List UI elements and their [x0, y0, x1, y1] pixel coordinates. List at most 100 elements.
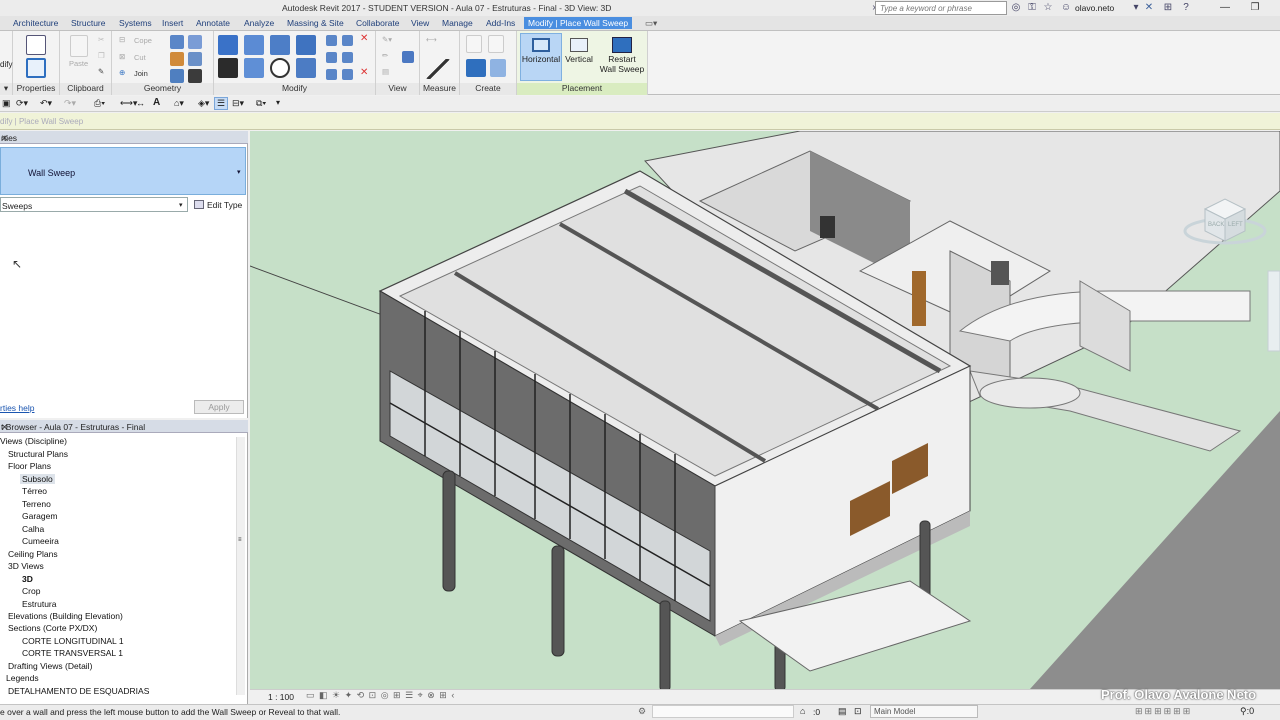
key-icon[interactable]: ⚿ [1026, 2, 1038, 14]
aligned-dimension-icon[interactable] [426, 59, 450, 79]
trim-icon[interactable] [296, 58, 316, 78]
tab-insert[interactable]: Insert [162, 18, 183, 28]
redo-icon[interactable]: ↷▾ [64, 98, 76, 109]
array-icon[interactable] [326, 52, 337, 63]
dimension-icon[interactable]: ↔ [136, 98, 145, 108]
exchange-icon[interactable]: ✕ [1143, 2, 1155, 14]
minimize-button[interactable]: — [1210, 0, 1240, 16]
tree-item[interactable]: CORTE TRANSVERSAL 1 [22, 648, 123, 658]
close-icon[interactable]: ✕ [1, 133, 244, 144]
split-gap-icon[interactable] [342, 35, 353, 46]
selection-filters-icons[interactable]: ⊞⊞⊞⊞⊞⊞ [1135, 706, 1192, 717]
scale-icon[interactable] [342, 52, 353, 63]
measure-icon[interactable]: ⟷▾ [120, 98, 137, 109]
tab-analyze[interactable]: Analyze [244, 18, 274, 28]
user-icon[interactable]: ☺ [1060, 2, 1072, 14]
tree-item[interactable]: DETALHAMENTO DE ESQUADRIAS [8, 686, 149, 696]
mirror-axis-icon[interactable] [270, 35, 290, 55]
modify-partial-label[interactable]: dify [0, 60, 12, 69]
user-name[interactable]: olavo.neto [1075, 3, 1114, 13]
scroll-thumb-icon[interactable]: ≡ [238, 537, 244, 543]
align-icon[interactable] [218, 35, 238, 55]
instance-filter-select[interactable]: Sweeps ▾ [0, 197, 188, 212]
apply-button[interactable]: Apply [194, 400, 244, 414]
tree-item[interactable]: Estrutura [22, 599, 57, 609]
pin-icon[interactable] [326, 69, 337, 80]
split-icon[interactable] [326, 35, 337, 46]
tree-item[interactable]: Legends [6, 673, 39, 683]
tree-item[interactable]: 3D Views [8, 561, 44, 571]
properties-icon[interactable] [26, 58, 46, 78]
vertical-button[interactable]: Vertical [564, 33, 594, 81]
design-options-icon[interactable]: ▤ [838, 706, 847, 717]
filter-icon[interactable]: ⌂ [800, 706, 805, 716]
tree-item[interactable]: Garagem [22, 511, 57, 521]
view-scale[interactable]: 1 : 100 [268, 692, 294, 702]
wall-join-icon[interactable] [170, 35, 184, 49]
main-model-select[interactable]: Main Model [870, 705, 978, 718]
3d-viewport[interactable]: BACK LEFT [250, 131, 1280, 689]
filter-funnel-icon[interactable]: ⚲:0 [1240, 706, 1254, 717]
tree-item[interactable]: Calha [22, 524, 44, 534]
type-properties-icon[interactable] [26, 35, 46, 55]
viewcube-back-face[interactable]: BACK [1208, 222, 1224, 228]
cart-icon[interactable]: ⊞ [1162, 2, 1174, 14]
save-icon[interactable]: ▣ [2, 98, 11, 109]
join-icon[interactable]: ⊕ [119, 68, 125, 77]
thin-lines-toggle-icon[interactable]: ☰ [214, 97, 229, 110]
create-similar-icon[interactable] [490, 59, 506, 77]
workset-select[interactable] [652, 705, 794, 718]
tab-annotate[interactable]: Annotate [196, 18, 230, 28]
dropdown-icon[interactable]: ▾ [1130, 2, 1142, 14]
search-input[interactable]: Type a keyword or phrase [875, 1, 1007, 15]
3d-view-icon[interactable]: ⌂▾ [174, 98, 184, 109]
tree-item[interactable]: Elevations (Building Elevation) [8, 611, 123, 621]
tree-item[interactable]: Ceiling Plans [8, 549, 58, 559]
tab-modify-place-wall-sweep[interactable]: Modify | Place Wall Sweep [524, 17, 633, 29]
browser-scrollbar[interactable]: ≡ [236, 437, 245, 695]
text-icon[interactable]: A [153, 97, 160, 108]
join-label[interactable]: Join [134, 69, 148, 78]
star-icon[interactable]: ☆ [1042, 2, 1054, 14]
offset-icon[interactable] [244, 35, 264, 55]
tab-massing-site[interactable]: Massing & Site [287, 18, 344, 28]
navigation-bar[interactable] [1267, 270, 1280, 352]
tree-item[interactable]: Drafting Views (Detail) [8, 661, 92, 671]
sync-icon[interactable]: ⟳▾ [16, 98, 28, 109]
paint-icon[interactable] [170, 52, 184, 66]
worksets-icon[interactable]: ⚙ [638, 706, 646, 717]
customize-qat-icon[interactable]: ▾ [276, 98, 280, 107]
tree-item[interactable]: Structural Plans [8, 449, 68, 459]
tree-item[interactable]: Sections (Corte PX/DX) [8, 623, 97, 633]
thin-lines-icon[interactable] [402, 51, 414, 63]
tree-item[interactable]: CORTE LONGITUDINAL 1 [22, 636, 124, 646]
type-selector[interactable]: Wall Sweep ▾ [0, 147, 246, 195]
chevron-down-icon[interactable]: ▾ [237, 168, 241, 176]
binoculars-icon[interactable]: ◎ [1010, 2, 1022, 14]
close-icon[interactable]: ✕ [1, 422, 244, 433]
tab-architecture[interactable]: Architecture [13, 18, 58, 28]
rotate-icon[interactable] [270, 58, 290, 78]
split-face-icon[interactable] [188, 35, 202, 49]
tab-collaborate[interactable]: Collaborate [356, 18, 399, 28]
create-group-icon[interactable] [466, 59, 486, 77]
match-properties-icon[interactable]: ✎ [98, 67, 104, 76]
close-hidden-icon[interactable]: ⊟▾ [232, 98, 244, 109]
tab-manage[interactable]: Manage [442, 18, 473, 28]
switch-windows-icon[interactable]: ⧉▾ [256, 98, 266, 109]
edit-type-button[interactable]: Edit Type [192, 197, 244, 212]
tab-add-ins[interactable]: Add-Ins [486, 18, 515, 28]
demolish-icon[interactable] [188, 52, 202, 66]
delete-icon[interactable]: ✕ [360, 33, 368, 44]
move-icon[interactable] [218, 58, 238, 78]
tree-item-selected[interactable]: Subsolo [20, 474, 55, 484]
copy-element-icon[interactable] [244, 58, 264, 78]
mirror-draw-icon[interactable] [296, 35, 316, 55]
editable-only-icon[interactable]: ⊡ [854, 706, 862, 717]
undo-icon[interactable]: ↶▾ [40, 98, 52, 109]
tree-item[interactable]: Cumeeira [22, 536, 59, 546]
tree-item[interactable]: Floor Plans [8, 461, 51, 471]
chevron-down-icon[interactable]: ▾ [179, 201, 183, 209]
tree-item[interactable]: Terreno [22, 499, 51, 509]
delete-element-icon[interactable]: ✕ [360, 67, 368, 78]
